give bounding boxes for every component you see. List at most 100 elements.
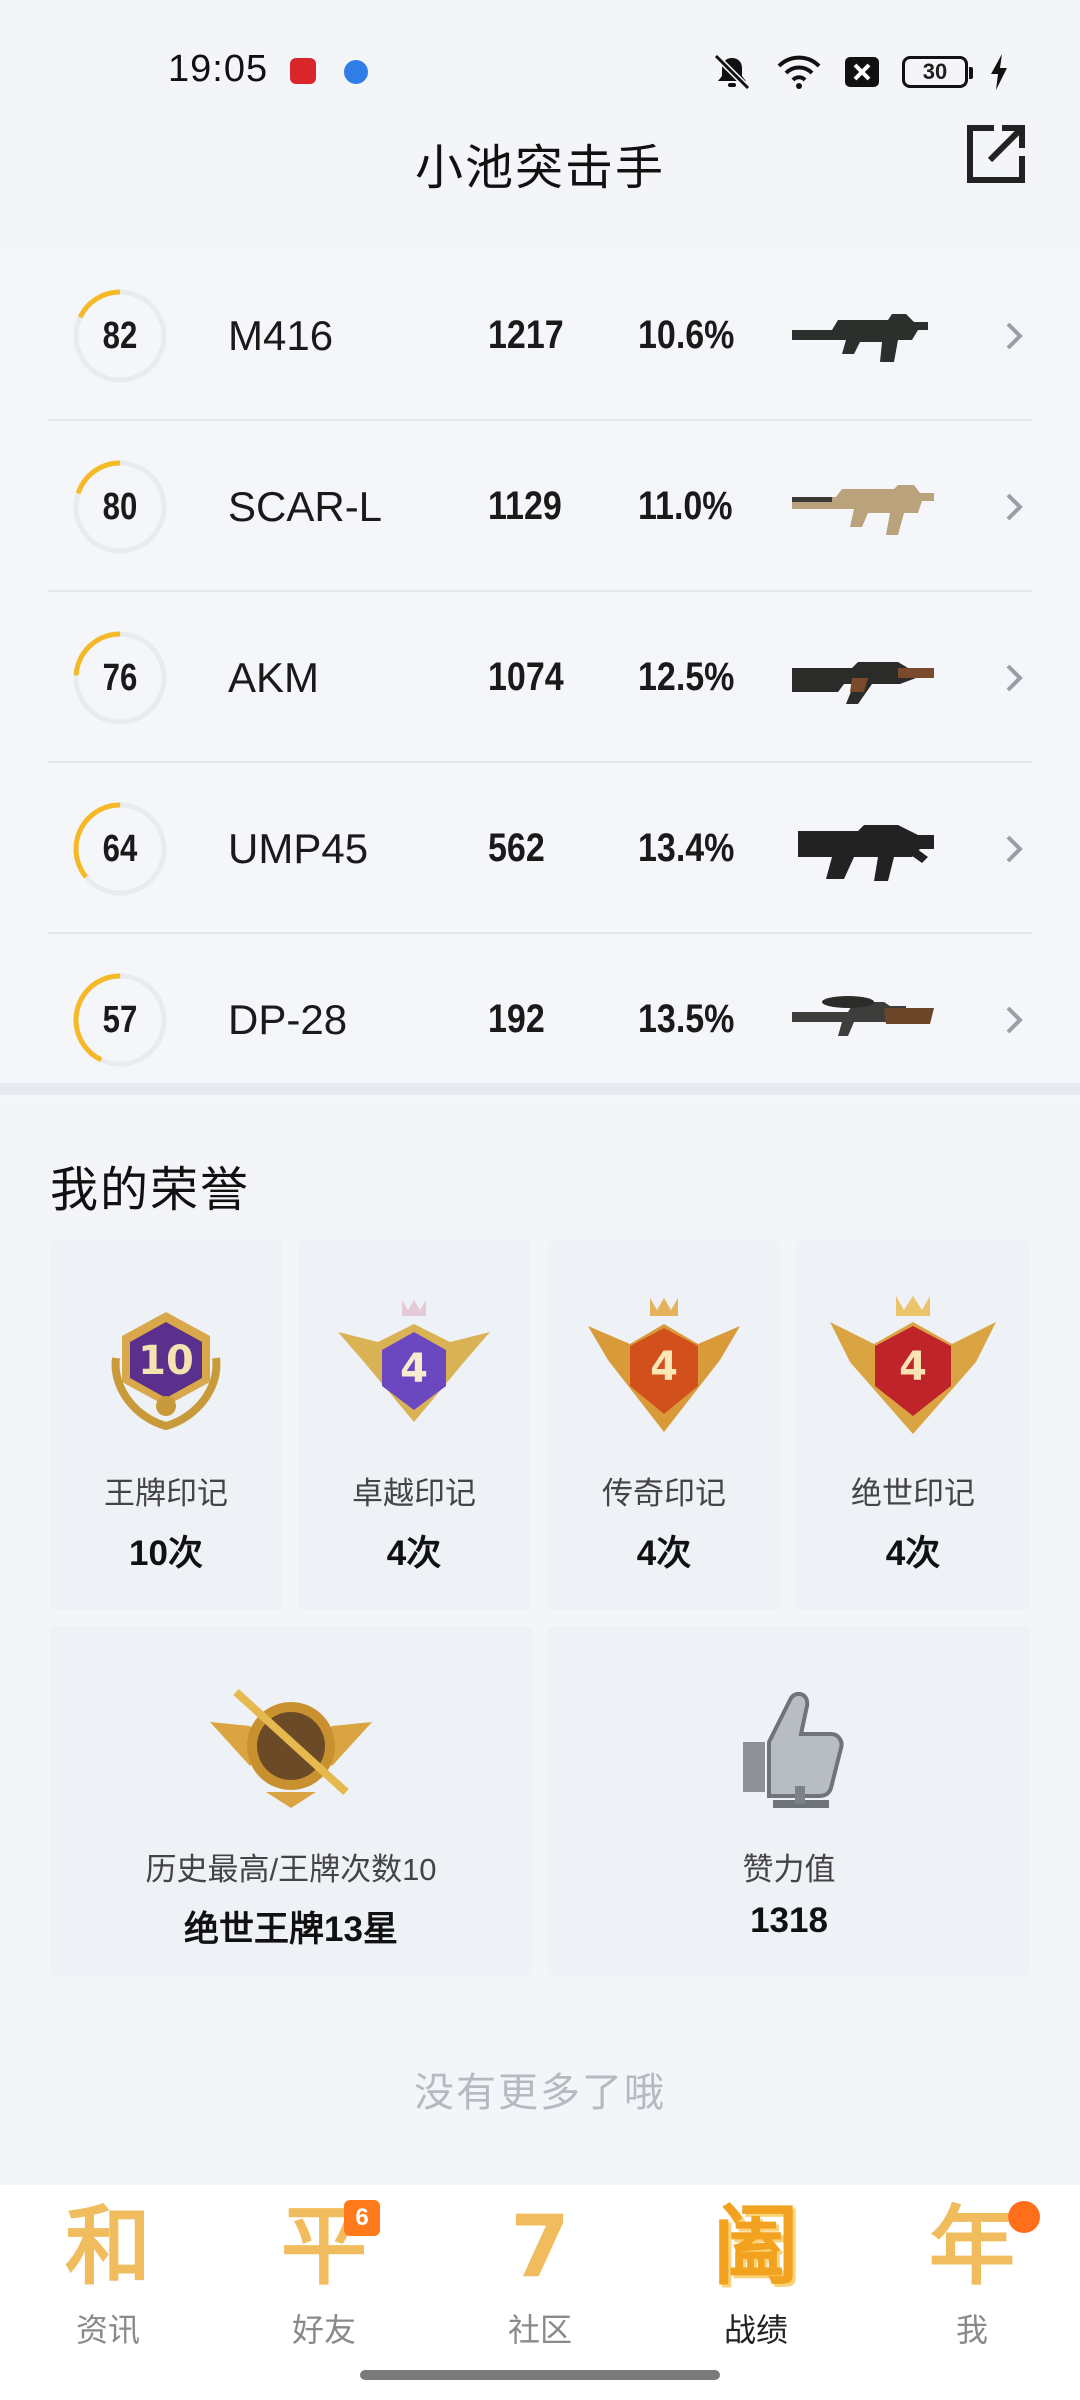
ump45-smg-icon (798, 825, 934, 881)
battery-icon: 30 (902, 56, 973, 88)
chevron-right-icon (1006, 1006, 1023, 1034)
highest-rank-label: 历史最高/王牌次数10 (145, 1852, 437, 1887)
honor-card-excellent[interactable]: 4 卓越印记 4次 (298, 1240, 530, 1610)
stats-tab-icon: 阖 (713, 2197, 799, 2297)
wifi-icon (777, 55, 821, 89)
weapon-row[interactable]: 64 UMP45 562 13.4% (48, 763, 1032, 934)
peerless-mark-number: 4 (899, 1344, 927, 1390)
tab-friends[interactable]: 平 6 好友 (216, 2185, 432, 2375)
honor-label: 卓越印记 (352, 1476, 476, 1511)
likes-value: 1318 (750, 1901, 828, 1940)
weapon-rate: 11.0% (638, 484, 733, 528)
tab-news[interactable]: 和 资讯 (0, 2185, 216, 2375)
weapon-name: SCAR-L (228, 483, 383, 530)
tab-label: 社区 (507, 2312, 572, 2348)
tab-label: 好友 (291, 2312, 356, 2348)
honor-card-ace[interactable]: 10 王牌印记 10次 (50, 1240, 282, 1610)
honors-title: 我的荣誉 (50, 1164, 251, 1217)
score-ring: 57 (70, 970, 170, 1070)
status-time: 19:05 (168, 48, 269, 90)
legend-mark-number: 4 (650, 1344, 678, 1390)
thumbs-up-icon (743, 1691, 844, 1808)
weapon-kills: 192 (488, 997, 545, 1041)
excellent-mark-badge-icon: 4 (338, 1300, 490, 1422)
honor-count: 10次 (129, 1534, 203, 1573)
charging-icon (991, 54, 1007, 90)
page-title: 小池突击手 (414, 142, 665, 195)
honor-label: 绝世印记 (851, 1476, 975, 1511)
score-value: 82 (102, 315, 138, 357)
share-icon (967, 125, 1025, 183)
weapon-row[interactable]: 57 DP-28 192 13.5% (48, 934, 1032, 1105)
weapon-kills: 562 (488, 826, 545, 870)
scar-l-rifle-icon (792, 485, 934, 535)
honor-count: 4次 (386, 1534, 442, 1573)
no-more-text: 没有更多了哦 (414, 2071, 666, 2115)
honor-count: 4次 (885, 1534, 941, 1573)
highest-rank-card[interactable]: 历史最高/王牌次数10 绝世王牌13星 (50, 1626, 532, 1976)
community-tab-icon: 7 (510, 2197, 570, 2297)
score-value: 57 (102, 999, 138, 1041)
section-divider (0, 1083, 1080, 1095)
header: 小池突击手 (0, 120, 1080, 200)
honor-card-peerless[interactable]: 4 绝世印记 4次 (796, 1240, 1030, 1610)
score-value: 80 (102, 486, 138, 528)
tab-me[interactable]: 年 我 (864, 2185, 1080, 2375)
weapon-list: 82 M416 1217 10.6% 80 SCAR-L 1129 11.0% 76 AKM 107… (0, 250, 1080, 1105)
highest-rank-badge-icon (210, 1689, 372, 1808)
weapon-kills: 1217 (488, 313, 564, 357)
weapon-rate: 13.4% (638, 826, 735, 870)
excellent-mark-number: 4 (400, 1346, 428, 1392)
score-ring: 82 (70, 286, 170, 386)
app-notification-icon (290, 58, 316, 84)
likes-card[interactable]: 赞力值 1318 (548, 1626, 1030, 1976)
tab-label: 资讯 (75, 2312, 140, 2348)
status-bar: 19:05 30 (0, 0, 1080, 140)
likes-label: 赞力值 (742, 1852, 836, 1887)
tab-stats[interactable]: 阖 战绩 (648, 2185, 864, 2375)
chevron-right-icon (1006, 664, 1023, 692)
mute-icon (713, 53, 751, 91)
ace-mark-badge-icon: 10 (111, 1312, 221, 1431)
honor-count: 4次 (636, 1534, 692, 1573)
news-tab-icon: 和 (65, 2197, 151, 2297)
weapon-rate: 12.5% (638, 655, 735, 699)
weapon-row[interactable]: 82 M416 1217 10.6% (48, 250, 1032, 421)
browser-icon (344, 60, 368, 84)
share-button[interactable] (964, 122, 1028, 186)
weapon-name: DP-28 (228, 996, 348, 1043)
me-tab-icon: 年 (929, 2197, 1015, 2297)
status-indicators: 30 (710, 52, 1008, 92)
tab-community[interactable]: 7 社区 (432, 2185, 648, 2375)
highest-rank-value: 绝世王牌13星 (184, 1910, 398, 1949)
friends-badge: 6 (344, 2200, 380, 2236)
weapon-rate: 10.6% (638, 313, 735, 357)
tab-label: 我 (955, 2312, 988, 2348)
honor-label: 传奇印记 (602, 1476, 726, 1511)
peerless-mark-badge-icon: 4 (830, 1296, 996, 1434)
weapon-rate: 13.5% (638, 997, 735, 1041)
notification-dot (1008, 2201, 1040, 2233)
legend-mark-badge-icon: 4 (588, 1298, 740, 1432)
weapon-kills: 1074 (488, 655, 564, 699)
chevron-right-icon (1006, 835, 1023, 863)
bottom-tab-bar: 和 资讯 平 6 好友 7 社区 阖 战绩 年 我 (0, 2185, 1080, 2400)
m416-rifle-icon (792, 314, 928, 362)
chevron-right-icon (1006, 493, 1023, 521)
chevron-right-icon (1006, 322, 1023, 350)
weapon-name: UMP45 (228, 825, 369, 872)
dp28-lmg-icon (792, 996, 934, 1036)
weapon-row[interactable]: 76 AKM 1074 12.5% (48, 592, 1032, 763)
weapon-name: AKM (228, 654, 320, 701)
home-indicator[interactable] (360, 2370, 720, 2380)
honor-label: 王牌印记 (104, 1476, 228, 1511)
akm-rifle-icon (792, 662, 934, 704)
score-ring: 76 (70, 628, 170, 728)
sim-off-icon (845, 57, 879, 87)
weapon-kills: 1129 (488, 484, 562, 528)
weapon-name: M416 (228, 312, 334, 359)
weapon-row[interactable]: 80 SCAR-L 1129 11.0% (48, 421, 1032, 592)
score-ring: 64 (70, 799, 170, 899)
score-value: 64 (102, 828, 138, 870)
honor-card-legend[interactable]: 4 传奇印记 4次 (548, 1240, 780, 1610)
